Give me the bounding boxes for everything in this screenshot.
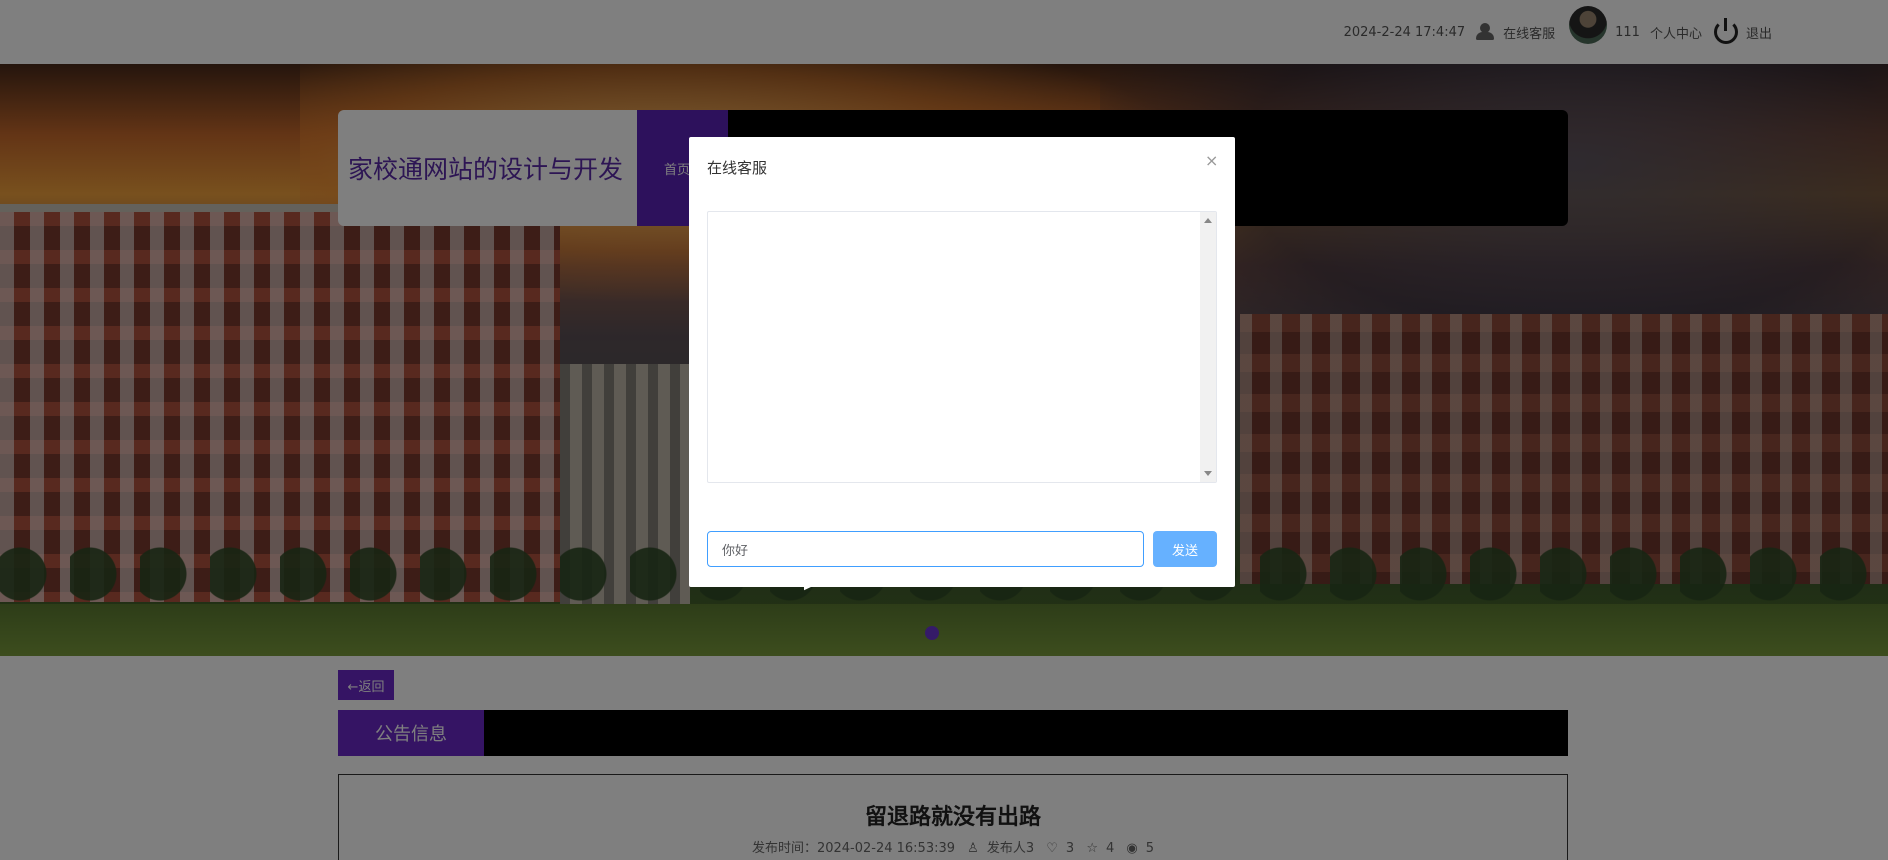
- chat-scrollbar[interactable]: [1200, 212, 1216, 482]
- scroll-down-icon[interactable]: [1204, 471, 1212, 476]
- dialog-title: 在线客服: [707, 159, 768, 177]
- customer-service-dialog: 在线客服 × 发送: [689, 137, 1235, 587]
- send-button[interactable]: 发送: [1153, 531, 1217, 567]
- message-input[interactable]: [707, 531, 1144, 567]
- close-icon[interactable]: ×: [1205, 151, 1218, 170]
- chat-messages-area[interactable]: [707, 211, 1217, 483]
- scroll-up-icon[interactable]: [1204, 218, 1212, 223]
